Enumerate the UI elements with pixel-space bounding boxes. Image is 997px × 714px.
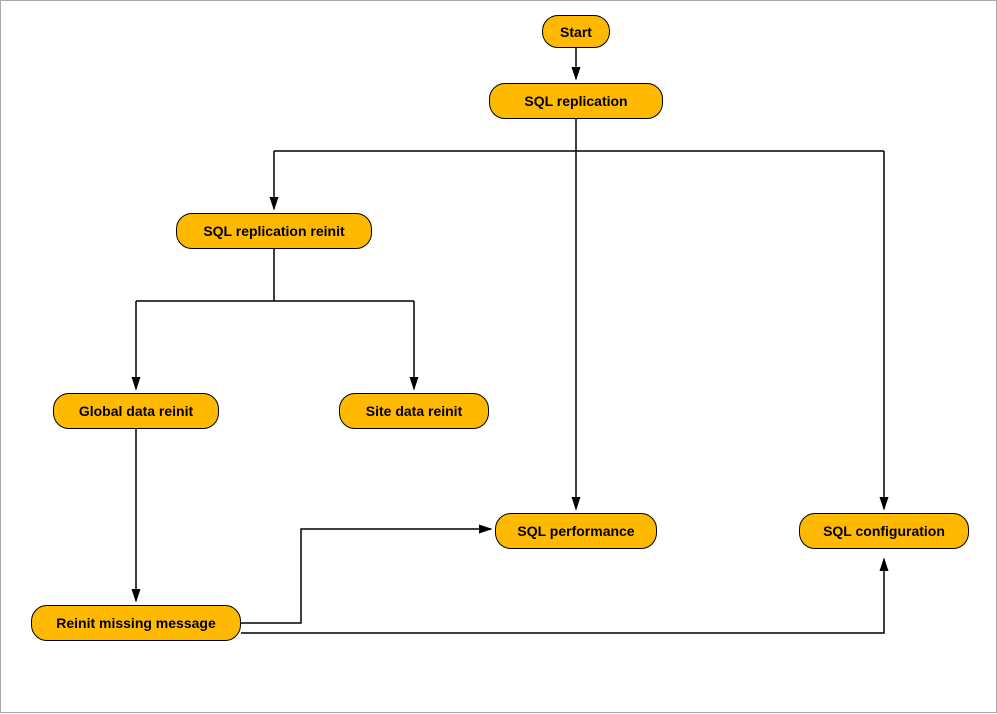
node-global-data-reinit: Global data reinit	[53, 393, 219, 429]
node-label: SQL replication reinit	[203, 223, 344, 239]
flowchart-canvas: Start SQL replication SQL replication re…	[0, 0, 997, 713]
node-start: Start	[542, 15, 610, 48]
node-label: SQL configuration	[823, 523, 945, 539]
node-label: SQL performance	[517, 523, 634, 539]
node-sql-performance: SQL performance	[495, 513, 657, 549]
node-label: Site data reinit	[366, 403, 462, 419]
node-reinit-missing-message: Reinit missing message	[31, 605, 241, 641]
node-site-data-reinit: Site data reinit	[339, 393, 489, 429]
node-label: SQL replication	[524, 93, 627, 109]
node-label: Reinit missing message	[56, 615, 216, 631]
node-sql-configuration: SQL configuration	[799, 513, 969, 549]
node-sql-replication-reinit: SQL replication reinit	[176, 213, 372, 249]
node-label: Start	[560, 24, 592, 40]
node-label: Global data reinit	[79, 403, 193, 419]
node-sql-replication: SQL replication	[489, 83, 663, 119]
